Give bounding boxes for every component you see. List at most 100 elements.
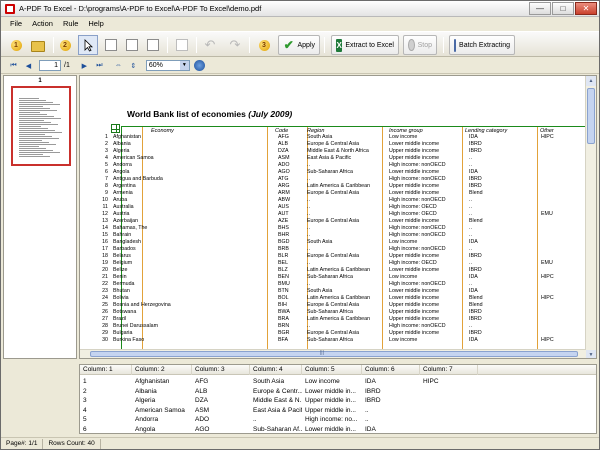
table-tool-button[interactable] xyxy=(101,35,121,55)
grid-cell[interactable]: .. xyxy=(362,415,420,425)
menu-action[interactable]: Action xyxy=(27,19,58,28)
apply-button[interactable]: ✔ Apply xyxy=(278,35,320,55)
grid-row[interactable]: 1 Afghanistan AFG South Asia Low income IDA HI… xyxy=(80,377,596,387)
extracted-data-grid[interactable]: Column: 1 Column: 2 Column: 3 Column: 4 Colu… xyxy=(79,364,597,434)
grid-column-header[interactable]: Column: 3 xyxy=(192,365,250,375)
fit-page-button[interactable]: ⇕ xyxy=(127,59,140,72)
grid-cell[interactable]: Angola xyxy=(132,425,192,434)
menu-rule[interactable]: Rule xyxy=(58,19,83,28)
document-table-cell: 26 xyxy=(102,309,108,315)
grid-cell[interactable]: Sub-Saharan Af... xyxy=(250,425,302,434)
grid-cell[interactable]: HIPC xyxy=(420,377,478,387)
grid-cell[interactable]: IDA xyxy=(362,377,420,387)
grid-column-header[interactable]: Column: 7 xyxy=(420,365,478,375)
grid-cell[interactable] xyxy=(420,425,478,434)
redo-button[interactable]: ↷ xyxy=(225,35,245,55)
grid-tool-button[interactable] xyxy=(172,35,192,55)
grid-column-header[interactable]: Column: 2 xyxy=(132,365,192,375)
close-button[interactable]: ✕ xyxy=(575,2,597,15)
table-selection-handle-icon[interactable] xyxy=(111,124,120,133)
vertical-scrollbar[interactable]: ▲ ▼ xyxy=(585,76,596,358)
grid-cell[interactable]: Low income xyxy=(302,377,362,387)
selected-table-region[interactable]: Economy Code Region Income group Lending cat… xyxy=(102,126,592,354)
scroll-up-icon[interactable]: ▲ xyxy=(586,76,596,86)
document-table-row: 30 Burkina Faso BFA Sub-Saharan Africa Low i… xyxy=(102,337,592,344)
grid-cell[interactable]: 3 xyxy=(80,396,132,406)
grid-row[interactable]: 3 Algeria DZA Middle East & N... Upper middl… xyxy=(80,396,596,406)
scroll-thumb[interactable] xyxy=(587,88,595,144)
grid-column-header[interactable]: Column: 6 xyxy=(362,365,420,375)
document-view[interactable]: World Bank list of economies (July 2009)… xyxy=(79,75,597,359)
fit-width-button[interactable]: ⇔ xyxy=(112,59,125,72)
zoom-select[interactable]: 60% ▼ xyxy=(145,60,190,71)
page-thumbnail[interactable] xyxy=(11,86,71,166)
grid-cell[interactable] xyxy=(420,406,478,416)
grid-cell[interactable]: Algeria xyxy=(132,396,192,406)
open-file-button[interactable] xyxy=(28,35,48,55)
scroll-thumb[interactable] xyxy=(90,351,578,357)
grid-cell[interactable]: High income: no... xyxy=(302,415,362,425)
grid-cell[interactable] xyxy=(420,387,478,397)
grid-column-header[interactable]: Column: 4 xyxy=(250,365,302,375)
minimize-button[interactable]: — xyxy=(529,2,551,15)
grid-row[interactable]: 4 American Samoa ASM East Asia & Pacific Upp… xyxy=(80,406,596,416)
grid-cell[interactable]: East Asia & Pacific xyxy=(250,406,302,416)
grid-cell[interactable]: AGO xyxy=(192,425,250,434)
grid-cell[interactable]: Albania xyxy=(132,387,192,397)
undo-button[interactable]: ↶ xyxy=(200,35,220,55)
grid-row[interactable]: 5 Andorra ADO.. High income: no..... xyxy=(80,415,596,425)
previous-page-button[interactable]: ◀ xyxy=(22,59,35,72)
grid-column-header[interactable]: Column: 1 xyxy=(80,365,132,375)
grid-cell[interactable]: Upper middle in... xyxy=(302,406,362,416)
grid-cell[interactable]: Andorra xyxy=(132,415,192,425)
horizontal-scrollbar[interactable]: ||| xyxy=(80,349,586,358)
grid-cell[interactable]: IBRD xyxy=(362,387,420,397)
grid-cell[interactable]: ADO xyxy=(192,415,250,425)
grid-row[interactable]: 6 Angola AGO Sub-Saharan Af... Lower middle … xyxy=(80,425,596,434)
grid-cell[interactable] xyxy=(420,396,478,406)
grid-cell[interactable]: Upper middle in... xyxy=(302,396,362,406)
grid-column-header[interactable]: Column: 5 xyxy=(302,365,362,375)
grid-cell[interactable]: .. xyxy=(362,406,420,416)
batch-extracting-button[interactable]: Batch Extracting xyxy=(449,35,515,55)
maximize-button[interactable]: □ xyxy=(552,2,574,15)
menu-file[interactable]: File xyxy=(5,19,27,28)
next-page-button[interactable]: ▶ xyxy=(78,59,91,72)
grid-cell[interactable]: IDA xyxy=(362,425,420,434)
grid-row[interactable]: 2 Albania ALB Europe & Centr... Lower middle… xyxy=(80,387,596,397)
grid-cell[interactable]: Afghanistan xyxy=(132,377,192,387)
first-page-button[interactable]: ⏮ xyxy=(7,59,20,72)
grid-cell[interactable]: American Samoa xyxy=(132,406,192,416)
grid-cell[interactable]: 4 xyxy=(80,406,132,416)
grid-cell[interactable]: Europe & Centr... xyxy=(250,387,302,397)
edit-tool-button[interactable] xyxy=(143,35,163,55)
grid-cell[interactable]: Middle East & N... xyxy=(250,396,302,406)
grid-cell[interactable]: South Asia xyxy=(250,377,302,387)
grid-cell[interactable]: 2 xyxy=(80,387,132,397)
last-page-button[interactable]: ⏭ xyxy=(93,59,106,72)
grid-cell[interactable] xyxy=(420,415,478,425)
grid-cell[interactable]: .. xyxy=(250,415,302,425)
page-number-input[interactable] xyxy=(39,60,61,71)
grid-cell[interactable]: IBRD xyxy=(362,396,420,406)
scroll-down-icon[interactable]: ▼ xyxy=(586,350,596,358)
grid-cell[interactable]: DZA xyxy=(192,396,250,406)
document-table-cell: .. xyxy=(307,211,310,217)
menu-help[interactable]: Help xyxy=(83,19,108,28)
grid-cell[interactable]: 5 xyxy=(80,415,132,425)
grid-cell[interactable]: ALB xyxy=(192,387,250,397)
grid-cell[interactable]: AFG xyxy=(192,377,250,387)
extract-to-excel-button[interactable]: X Extract to Excel xyxy=(331,35,399,55)
document-table-cell: BWA xyxy=(278,309,290,315)
grid-cell[interactable]: Lower middle in... xyxy=(302,425,362,434)
stop-button[interactable]: Stop xyxy=(403,35,437,55)
select-tool-button[interactable] xyxy=(78,35,98,55)
column-tool-button[interactable] xyxy=(122,35,142,55)
grid-cell[interactable]: Lower middle in... xyxy=(302,387,362,397)
grid-cell[interactable]: 1 xyxy=(80,377,132,387)
grid-cell[interactable]: ASM xyxy=(192,406,250,416)
grid-cell[interactable]: 6 xyxy=(80,425,132,434)
pdf-page: World Bank list of economies (July 2009)… xyxy=(80,76,591,354)
document-table-cell: 23 xyxy=(102,288,108,294)
zoom-apply-icon[interactable] xyxy=(193,60,205,71)
